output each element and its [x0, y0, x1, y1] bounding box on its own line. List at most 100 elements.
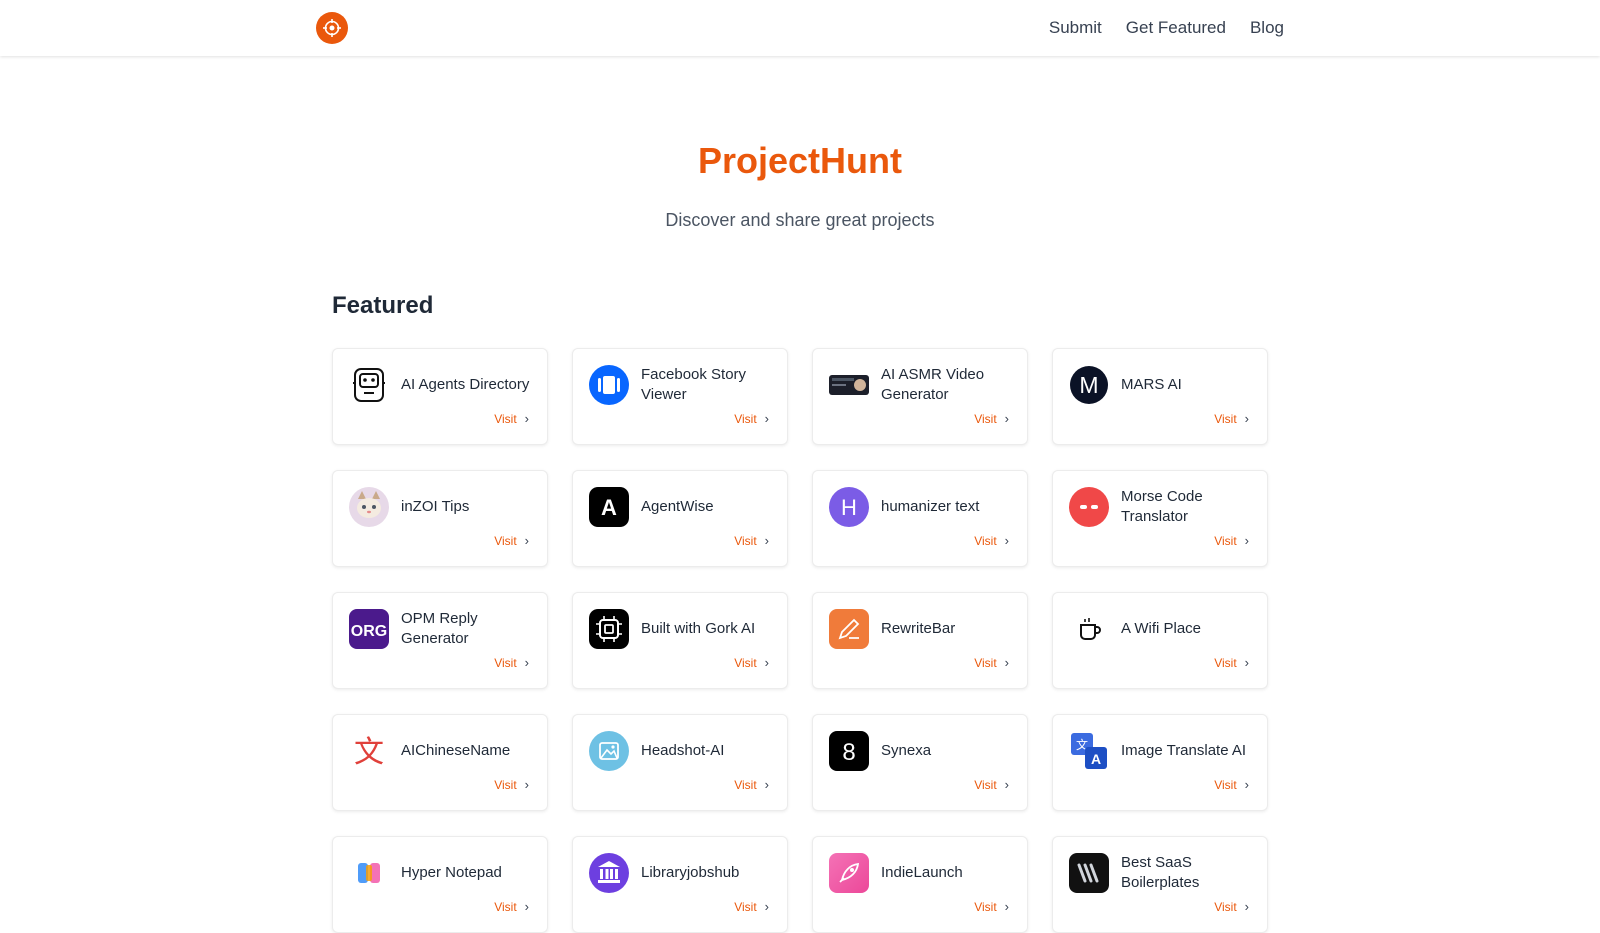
headshot-photo-icon — [589, 731, 629, 771]
target-logo-icon[interactable] — [316, 12, 348, 44]
video-thumbnail-icon — [829, 365, 869, 405]
chevron-right-icon: › — [524, 777, 529, 792]
project-card-rewritebar[interactable]: RewriteBar Visit › — [812, 592, 1028, 689]
visit-label: Visit — [1214, 533, 1237, 548]
project-name: Hyper Notepad — [401, 864, 502, 881]
visit-link[interactable]: Visit › — [974, 655, 1009, 670]
project-card-morse-code-translator[interactable]: Morse Code Translator Visit › — [1052, 470, 1268, 567]
project-name: AgentWise — [641, 498, 714, 515]
project-card-inzoi-tips[interactable]: inZOI Tips Visit › — [332, 470, 548, 567]
project-card-built-with-gork-ai[interactable]: Built with Gork AI Visit › — [572, 592, 788, 689]
project-card-ai-agents-directory[interactable]: AI Agents Directory Visit › — [332, 348, 548, 445]
visit-link[interactable]: Visit › — [1214, 411, 1249, 426]
robot-icon — [349, 365, 389, 405]
project-card-mars-ai[interactable]: M MARS AI Visit › — [1052, 348, 1268, 445]
nav-link-get-featured[interactable]: Get Featured — [1126, 18, 1226, 38]
visit-link[interactable]: Visit › — [734, 655, 769, 670]
visit-link[interactable]: Visit › — [494, 655, 529, 670]
chinese-character-icon: 文 — [349, 731, 389, 771]
svg-text:ORG: ORG — [351, 623, 387, 640]
project-card-facebook-story-viewer[interactable]: Facebook Story Viewer Visit › — [572, 348, 788, 445]
svg-text:A: A — [601, 495, 617, 520]
project-card-aichinesename[interactable]: 文 AIChineseName Visit › — [332, 714, 548, 811]
svg-text:文: 文 — [354, 735, 384, 770]
project-card-libraryjobshub[interactable]: Libraryjobshub Visit › — [572, 836, 788, 933]
layers-logo-icon — [1069, 853, 1109, 893]
svg-text:8: 8 — [842, 739, 855, 766]
project-name: AI ASMR Video Generator — [881, 366, 985, 403]
project-card-ai-asmr-video-generator[interactable]: AI ASMR Video Generator Visit › — [812, 348, 1028, 445]
letter-m-icon: M — [1069, 365, 1109, 405]
project-card-humanizer-text[interactable]: Hhumanizer text Visit › — [812, 470, 1028, 567]
project-card-hyper-notepad[interactable]: Hyper Notepad Visit › — [332, 836, 548, 933]
project-name: Built with Gork AI — [641, 620, 756, 637]
visit-link[interactable]: Visit › — [734, 777, 769, 792]
pencil-icon — [829, 609, 869, 649]
chevron-right-icon: › — [764, 777, 769, 792]
library-building-icon — [589, 853, 629, 893]
visit-link[interactable]: Visit › — [734, 533, 769, 548]
visit-label: Visit — [494, 899, 517, 914]
visit-link[interactable]: Visit › — [1214, 533, 1249, 548]
visit-link[interactable]: Visit › — [974, 899, 1009, 914]
project-name: OPM Reply Generator — [401, 610, 478, 647]
project-card-best-saas-boilerplates[interactable]: Best SaaS Boilerplates Visit › — [1052, 836, 1268, 933]
visit-label: Visit — [494, 655, 517, 670]
visit-link[interactable]: Visit › — [1214, 655, 1249, 670]
rocket-icon — [829, 853, 869, 893]
project-name: inZOI Tips — [401, 498, 470, 515]
visit-label: Visit — [1214, 777, 1237, 792]
svg-text:M: M — [1079, 372, 1098, 398]
number-eight-icon: 8 — [829, 731, 869, 771]
visit-link[interactable]: Visit › — [734, 899, 769, 914]
visit-link[interactable]: Visit › — [494, 899, 529, 914]
visit-link[interactable]: Visit › — [974, 411, 1009, 426]
project-card-headshot-ai[interactable]: Headshot-AI Visit › — [572, 714, 788, 811]
top-navbar: Submit Get Featured Blog — [0, 0, 1600, 56]
visit-label: Visit — [974, 655, 997, 670]
translate-icon: 文A — [1069, 731, 1109, 771]
project-card-opm-reply-generator[interactable]: ORG OPM Reply Generator Visit › — [332, 592, 548, 689]
chevron-right-icon: › — [1004, 899, 1009, 914]
project-name: Morse Code Translator — [1121, 488, 1203, 525]
visit-link[interactable]: Visit › — [494, 533, 529, 548]
visit-link[interactable]: Visit › — [974, 777, 1009, 792]
project-name: IndieLaunch — [881, 864, 963, 881]
project-name: AI Agents Directory — [401, 376, 530, 393]
org-logo-icon: ORG — [349, 609, 389, 649]
chevron-right-icon: › — [1004, 411, 1009, 426]
project-card-agentwise[interactable]: A AgentWise Visit › — [572, 470, 788, 567]
svg-text:A: A — [1091, 751, 1101, 767]
chip-icon — [589, 609, 629, 649]
visit-link[interactable]: Visit › — [734, 411, 769, 426]
project-card-indielaunch[interactable]: IndieLaunch Visit › — [812, 836, 1028, 933]
project-card-a-wifi-place[interactable]: A Wifi Place Visit › — [1052, 592, 1268, 689]
project-name: Synexa — [881, 742, 932, 759]
visit-label: Visit — [734, 777, 757, 792]
visit-link[interactable]: Visit › — [1214, 777, 1249, 792]
project-name: A Wifi Place — [1121, 620, 1202, 637]
visit-link[interactable]: Visit › — [494, 411, 529, 426]
visit-label: Visit — [734, 655, 757, 670]
morse-dash-icon — [1069, 487, 1109, 527]
chevron-right-icon: › — [764, 655, 769, 670]
chevron-right-icon: › — [1244, 655, 1249, 670]
chevron-right-icon: › — [1004, 533, 1009, 548]
visit-label: Visit — [1214, 655, 1237, 670]
nav-link-blog[interactable]: Blog — [1250, 18, 1284, 38]
visit-link[interactable]: Visit › — [1214, 899, 1249, 914]
chevron-right-icon: › — [764, 411, 769, 426]
project-name: Facebook Story Viewer — [641, 366, 747, 403]
chevron-right-icon: › — [1244, 777, 1249, 792]
visit-label: Visit — [974, 899, 997, 914]
nav-link-submit[interactable]: Submit — [1049, 18, 1102, 38]
project-card-image-translate-ai[interactable]: 文 A Image Translate AI Visit › — [1052, 714, 1268, 811]
featured-heading: Featured — [332, 292, 434, 319]
visit-label: Visit — [734, 533, 757, 548]
visit-link[interactable]: Visit › — [974, 533, 1009, 548]
project-card-synexa[interactable]: 8 Synexa Visit › — [812, 714, 1028, 811]
visit-link[interactable]: Visit › — [494, 777, 529, 792]
chevron-right-icon: › — [1244, 533, 1249, 548]
project-name: RewriteBar — [881, 620, 956, 637]
project-name: MARS AI — [1121, 376, 1182, 393]
